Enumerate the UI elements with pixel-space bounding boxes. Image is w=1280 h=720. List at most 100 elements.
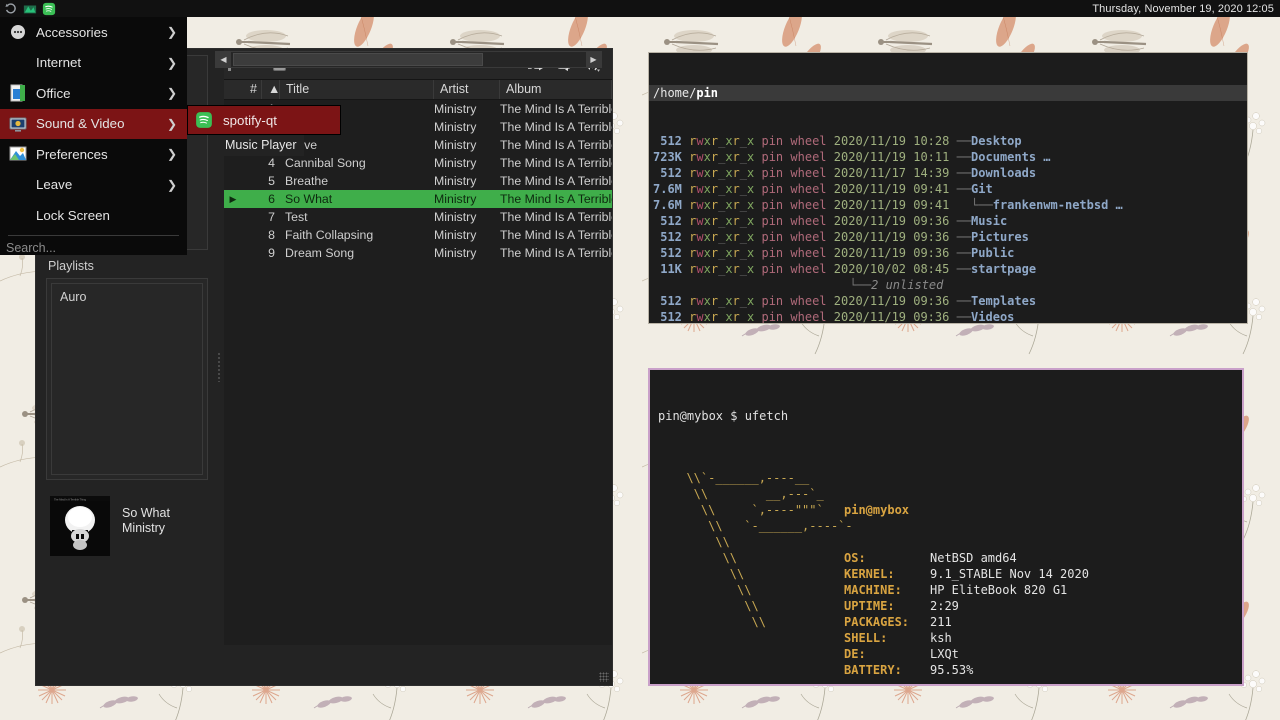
menu-item-icon-placeholder	[8, 175, 28, 195]
ranger-file-row[interactable]: 512 rwxr_xr_x pin wheel 2020/11/19 09:36…	[653, 229, 1243, 245]
track-artist: Ministry	[434, 156, 477, 170]
column-header-artist[interactable]: Artist	[434, 80, 500, 99]
ranger-file-user: pin	[761, 214, 784, 228]
menu-item-sound-video[interactable]: Sound & Video ❯	[0, 108, 187, 139]
netbsd-ascii-logo: \\`-______,----__ \\ __,---`_ \\ `,----"…	[686, 471, 853, 629]
ranger-path-bar: /home/pin	[649, 85, 1247, 101]
network-icon[interactable]	[23, 2, 37, 16]
ranger-file-manager-window[interactable]: /home/pin 512 rwxr_xr_x pin wheel 2020/1…	[648, 52, 1248, 324]
scroll-right-icon[interactable]: ▶	[586, 52, 601, 67]
application-menu[interactable]: Accessories ❯ Internet ❯ Office ❯ Sound & Vide…	[0, 17, 187, 255]
track-row[interactable]: 9 Dream Song Ministry The Mind Is A Terribl…	[224, 244, 612, 262]
playlists-list[interactable]: Auro	[46, 278, 208, 480]
ufetch-info-value: ksh	[930, 631, 952, 645]
ranger-file-row[interactable]: 512 rwxr_xr_x pin wheel 2020/11/19 10:28…	[653, 133, 1243, 149]
ranger-file-row[interactable]: 723K rwxr_xr_x pin wheel 2020/11/19 10:1…	[653, 149, 1243, 165]
ranger-file-row[interactable]: 512 rwxr_xr_x pin wheel 2020/11/19 09:36…	[653, 309, 1243, 324]
menu-item-label: Internet	[36, 55, 82, 71]
chevron-right-icon: ❯	[166, 116, 177, 131]
playlist-item[interactable]: Auro	[60, 290, 194, 304]
ufetch-info-key: OS:	[844, 551, 866, 565]
refresh-icon[interactable]	[4, 2, 18, 16]
menu-item-leave[interactable]: Leave ❯	[0, 170, 187, 201]
ufetch-info-value: 211	[930, 615, 952, 629]
column-header-num[interactable]: #	[224, 80, 262, 99]
shell-prompt: pin@mybox $	[658, 409, 745, 423]
ranger-file-date: 2020/10/02 08:45	[833, 262, 950, 276]
ranger-file-size: 512	[653, 166, 682, 180]
track-row[interactable]: 8 Faith Collapsing Ministry The Mind Is A T…	[224, 226, 612, 244]
sort-indicator-icon[interactable]: ▲	[262, 80, 280, 99]
spotify-qt-tray-icon[interactable]	[42, 2, 56, 16]
ufetch-info-row: UPTIME: 2:29	[844, 598, 1089, 614]
scroll-left-icon[interactable]: ◀	[216, 52, 231, 67]
menu-item-accessories[interactable]: Accessories ❯	[0, 17, 187, 48]
ufetch-info-key: SHELL:	[844, 631, 888, 645]
ranger-file-name: startpage	[971, 262, 1037, 276]
panel-clock[interactable]: Thursday, November 19, 2020 12:05	[1092, 3, 1280, 15]
ranger-file-row[interactable]: 512 rwxr_xr_x pin wheel 2020/11/19 09:36…	[653, 213, 1243, 229]
menu-item-internet[interactable]: Internet ❯	[0, 48, 187, 79]
ufetch-info-row: MACHINE: HP EliteBook 820 G1	[844, 582, 1089, 598]
ranger-file-group: wheel	[790, 262, 827, 276]
menu-item-lock-screen[interactable]: Lock Screen	[0, 200, 187, 231]
track-row[interactable]: ▶ 6 So What Ministry The Mind Is A Terrible …	[224, 190, 612, 208]
track-album: The Mind Is A Terrible Thing To	[500, 156, 612, 170]
preferences-icon	[8, 144, 28, 164]
horizontal-scrollbar[interactable]: ◀ ▶	[215, 51, 602, 68]
track-number: 9	[268, 246, 275, 260]
ranger-file-name: Music	[971, 214, 1008, 228]
ufetch-terminal-window[interactable]: pin@mybox $ ufetch \\`-______,----__ \\ …	[648, 368, 1244, 686]
column-header-title[interactable]: Title	[280, 80, 434, 99]
ranger-file-row[interactable]: 7.6M rwxr_xr_x pin wheel 2020/11/19 09:4…	[653, 181, 1243, 197]
svg-text:The Mind Is A Terrible Thing: The Mind Is A Terrible Thing	[54, 498, 87, 502]
chevron-right-icon: ❯	[166, 25, 177, 40]
track-row[interactable]: 7 Test Ministry The Mind Is A Terrible Thin…	[224, 208, 612, 226]
ranger-file-row[interactable]: 512 rwxr_xr_x pin wheel 2020/11/17 14:39…	[653, 165, 1243, 181]
shell-command: ufetch	[744, 409, 789, 423]
ranger-file-row[interactable]: 512 rwxr_xr_x pin wheel 2020/11/19 09:36…	[653, 245, 1243, 261]
ufetch-info-row: KERNEL: 9.1_STABLE Nov 14 2020	[844, 566, 1089, 582]
ranger-file-date: 2020/11/19 09:36	[833, 294, 950, 308]
track-table-body[interactable]: 1MinistryThe Mind Is A Terrible Thing To…	[224, 100, 612, 645]
track-album: The Mind Is A Terrible Thing To	[500, 174, 612, 188]
system-tray	[0, 2, 56, 16]
menu-item-office[interactable]: Office ❯	[0, 78, 187, 109]
ranger-path-prefix: /home/	[653, 86, 697, 100]
ufetch-info-row: BATTERY: 95.53%	[844, 662, 1089, 678]
ranger-file-name: frankenwm-netbsd …	[992, 198, 1123, 212]
ranger-file-row[interactable]: 512 rwxr_xr_x pin wheel 2020/11/19 09:36…	[653, 293, 1243, 309]
track-artist: Ministry	[434, 102, 477, 116]
ranger-file-row[interactable]: 11K rwxr_xr_x pin wheel 2020/10/02 08:45…	[653, 261, 1243, 277]
ranger-file-user: pin	[761, 310, 784, 324]
ranger-file-user: pin	[761, 134, 784, 148]
ufetch-info-row: SHELL: ksh	[844, 630, 1089, 646]
menu-item-label: Office	[36, 85, 71, 101]
track-number: 4	[268, 156, 275, 170]
ranger-file-size: 512	[653, 310, 682, 324]
ranger-file-list[interactable]: 512 rwxr_xr_x pin wheel 2020/11/19 10:28…	[649, 133, 1247, 324]
track-title: Dream Song	[285, 246, 355, 260]
menu-search-input[interactable]: Search...	[0, 236, 187, 260]
scrollbar-thumb[interactable]	[233, 53, 483, 66]
ufetch-info-table: pin@mybox OS: NetBSD amd64 KERNEL: 9.1_STAB…	[844, 470, 1089, 684]
office-icon	[8, 83, 28, 103]
album-art: The Mind Is A Terrible Thing	[50, 496, 110, 556]
track-album: The Mind Is A Terrible Thing To	[500, 192, 612, 206]
ranger-file-name: Videos	[971, 310, 1015, 324]
ranger-file-row[interactable]: 7.6M rwxr_xr_x pin wheel 2020/11/19 09:4…	[653, 197, 1243, 213]
ranger-file-row[interactable]: └──2 unlisted	[653, 277, 1243, 293]
ranger-file-size: 512	[653, 294, 682, 308]
track-row[interactable]: 5 Breathe Ministry The Mind Is A Terrible T…	[224, 172, 612, 190]
ufetch-info-row: DE: LXQt	[844, 646, 1089, 662]
resize-grip[interactable]	[599, 672, 609, 682]
menu-item-preferences[interactable]: Preferences ❯	[0, 139, 187, 170]
ranger-file-size: 512	[653, 230, 682, 244]
column-header-album[interactable]: Album	[500, 80, 612, 99]
track-number: 5	[268, 174, 275, 188]
track-row[interactable]: 4 Cannibal Song Ministry The Mind Is A Terr…	[224, 154, 612, 172]
sound-video-submenu[interactable]: spotify-qt	[187, 105, 341, 135]
track-number: 7	[268, 210, 275, 224]
track-table[interactable]: # ▲ Title Artist Album 1MinistryThe Mind…	[224, 80, 612, 645]
ranger-file-group: wheel	[790, 134, 827, 148]
